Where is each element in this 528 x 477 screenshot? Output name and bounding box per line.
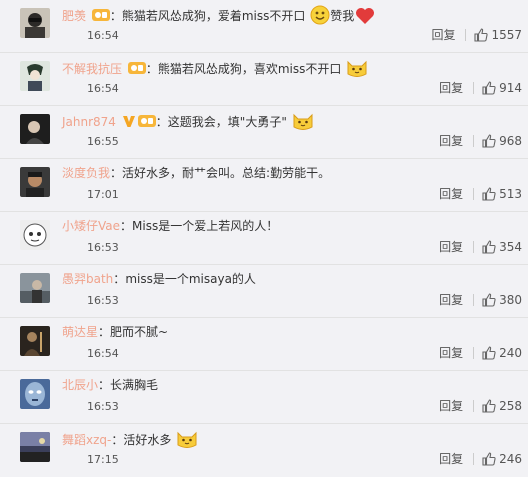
vip-badge-icon [91,8,110,27]
comment-item: 北辰小：长满胸毛 16:53 回复 258 [0,371,528,424]
comment-item: 愚羿bath：miss是一个misaya的人 16:53 回复 380 [0,265,528,318]
like-count: 380 [499,293,522,307]
smile-emoji-icon [310,5,330,30]
avatar[interactable] [20,8,50,38]
avatar[interactable] [20,114,50,144]
divider [473,135,475,147]
reply-button[interactable]: 回复 [439,240,463,254]
username[interactable]: Jahnr874 [62,115,116,129]
like-count: 240 [499,346,522,360]
reply-button[interactable]: 回复 [431,28,455,42]
reply-button[interactable]: 回复 [439,293,463,307]
reply-button[interactable]: 回复 [439,81,463,95]
username[interactable]: 萌达星 [62,325,98,339]
username[interactable]: 舞蹈xzq- [62,433,111,447]
vip-badge-icon [137,114,156,133]
comment-item: 肥羡 ：熊猫若风怂成狗，爱着miss不开口 赞我 16:54 回复 1557 [0,0,528,53]
username[interactable]: 愚羿bath [62,272,113,286]
comment-item: 萌达星：肥而不腻~ 16:54 回复 240 [0,318,528,371]
reply-button[interactable]: 回复 [439,452,463,466]
cat-emoji-icon [176,429,198,454]
thumbs-up-icon[interactable] [482,187,496,204]
thumbs-up-icon[interactable] [482,293,496,310]
divider [473,241,475,253]
like-count: 258 [499,399,522,413]
cat-emoji-icon [346,58,368,83]
divider [473,400,475,412]
vip-badge-icon [127,61,146,80]
thumbs-up-icon[interactable] [482,81,496,98]
avatar[interactable] [20,273,50,303]
like-count: 246 [499,452,522,466]
reply-button[interactable]: 回复 [439,187,463,201]
verified-v-badge-icon [122,114,136,133]
like-count: 968 [499,134,522,148]
thumbs-up-icon[interactable] [474,28,489,45]
comment-text: miss是一个misaya的人 [125,272,256,286]
divider [473,347,475,359]
divider [473,453,475,465]
thumbs-up-icon[interactable] [482,399,496,416]
like-count: 354 [499,240,522,254]
thumbs-up-icon[interactable] [482,134,496,151]
username[interactable]: 小矮仔Vae [62,219,120,233]
username[interactable]: 肥羡 [62,9,86,23]
comment-time: 16:55 [87,135,119,148]
avatar[interactable] [20,379,50,409]
comment-text: Miss是一个爱上若风的人！ [132,219,279,233]
like-count: 1557 [491,28,522,42]
divider [465,29,467,41]
comment-text: 长满胸毛 [110,378,159,392]
reply-button[interactable]: 回复 [439,134,463,148]
username[interactable]: 不解我抗压 [62,62,122,76]
cat-emoji-icon [292,111,314,136]
comment-text: 肥而不腻~ [110,325,169,339]
comment-time: 16:53 [87,294,119,307]
divider [473,188,475,200]
reply-button[interactable]: 回复 [439,399,463,413]
like-count: 914 [499,81,522,95]
username[interactable]: 淡度负我 [62,166,110,180]
comment-time: 16:54 [87,347,119,360]
comment-time: 16:53 [87,241,119,254]
heart-icon [355,7,375,30]
like-count: 513 [499,187,522,201]
comment-text-suffix: 赞我 [330,9,355,23]
comment-item: 不解我抗压 ：熊猫若风怂成狗，喜欢miss不开口 16:54 回复 914 [0,53,528,106]
comment-text: 活好水多 [123,433,172,447]
comment-item: 淡度负我：活好水多，耐艹会叫。总结:勤劳能干。 17:01 回复 513 [0,159,528,212]
comment-text: 这题我会，填"大勇子" [167,115,287,129]
thumbs-up-icon[interactable] [482,346,496,363]
comment-text: 熊猫若风怂成狗，爱着miss不开口 [121,9,306,23]
divider [473,294,475,306]
thumbs-up-icon[interactable] [482,240,496,257]
comment-time: 16:53 [87,400,119,413]
comment-time: 16:54 [87,82,119,95]
avatar[interactable] [20,326,50,356]
comment-time: 16:54 [87,29,119,42]
reply-button[interactable]: 回复 [439,346,463,360]
username[interactable]: 北辰小 [62,378,98,392]
comment-item: Jahnr874 ：这题我会，填"大勇子" 16:55 回复 968 [0,106,528,159]
comment-list: 肥羡 ：熊猫若风怂成狗，爱着miss不开口 赞我 16:54 回复 1557 不解… [0,0,528,474]
avatar[interactable] [20,432,50,462]
comment-time: 17:15 [87,453,119,466]
comment-text: 活好水多，耐艹会叫。总结:勤劳能干。 [122,166,331,180]
avatar[interactable] [20,167,50,197]
comment-time: 17:01 [87,188,119,201]
avatar[interactable] [20,220,50,250]
thumbs-up-icon[interactable] [482,452,496,469]
comment-text: 熊猫若风怂成狗，喜欢miss不开口 [157,62,342,76]
avatar[interactable] [20,61,50,91]
comment-item: 小矮仔Vae：Miss是一个爱上若风的人！ 16:53 回复 354 [0,212,528,265]
comment-item: 舞蹈xzq-：活好水多 17:15 回复 246 [0,424,528,477]
divider [473,82,475,94]
